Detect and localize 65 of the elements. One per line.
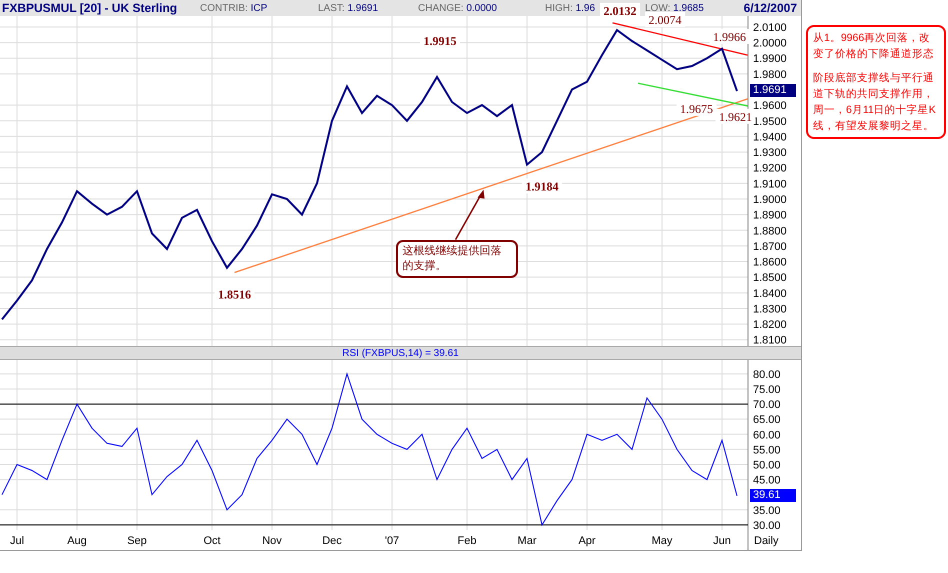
axis-label: 1.8600 xyxy=(753,256,787,269)
quote-date: 6/12/2007 xyxy=(744,1,798,15)
axis-label: 1.9200 xyxy=(753,162,787,175)
axis-label: 1.8800 xyxy=(753,225,787,238)
axis-label: 1.9000 xyxy=(753,194,787,206)
price-label: 2.0132 xyxy=(604,4,637,18)
axis-label: 45.00 xyxy=(753,474,781,487)
axis-label: 2.0000 xyxy=(753,38,787,50)
note-text: 从1。9966再次回落，改变了价格的下降通道形态 xyxy=(813,31,935,62)
axis-label: 1.9100 xyxy=(753,178,787,190)
axis-label: Mar xyxy=(518,535,536,547)
axis-label: 1.8300 xyxy=(753,303,787,316)
axis-label: 30.00 xyxy=(753,520,781,532)
chart-title: FXBPUSMUL [20] - UK Sterling xyxy=(1,1,178,15)
axis-label: 60.00 xyxy=(753,429,781,442)
indicator-title: RSI (FXBPUS,14) = 39.61 xyxy=(342,348,459,358)
axis-label: Sep xyxy=(127,535,147,547)
axis-label: 1.9800 xyxy=(753,68,787,81)
axis-label: 2.0100 xyxy=(753,22,787,34)
axis-label: May xyxy=(652,535,672,547)
axis-label: Apr xyxy=(578,535,596,547)
axis-label: 1.9500 xyxy=(753,116,787,128)
axis-label: 80.00 xyxy=(753,368,781,381)
axis-label: Dec xyxy=(322,535,342,547)
price-label: 2.0074 xyxy=(648,12,682,27)
axis-label: 1.8700 xyxy=(753,240,787,253)
rsi-marker: 39.61 xyxy=(750,488,796,502)
callout-arrow xyxy=(454,190,485,240)
axis-label: 50.00 xyxy=(753,459,781,472)
quote-field: CONTRIB: ICP xyxy=(200,2,268,14)
axis-label: 1.9900 xyxy=(753,53,787,66)
axis-label: Oct xyxy=(203,535,221,547)
axis-label: 75.00 xyxy=(753,384,781,396)
callout-box: 这根线继续提供回落的支撑。 xyxy=(396,240,518,278)
axis-label: 1.9600 xyxy=(753,100,787,112)
axis-label: Feb xyxy=(458,535,477,547)
quote-field: CHANGE: 0.0000 xyxy=(418,2,497,14)
quote-field: HIGH: 1.96 xyxy=(545,2,596,14)
axis-label: 70.00 xyxy=(753,399,781,412)
axis-label: 1.8900 xyxy=(753,210,787,222)
axis-label: 1.8100 xyxy=(753,334,787,347)
axis-label: 1.9400 xyxy=(753,131,787,144)
quote-field: LAST: 1.9691 xyxy=(318,2,378,14)
price-marker: 1.9691 xyxy=(750,84,796,98)
axis-label: 1.8500 xyxy=(753,272,787,284)
price-label: 1.9184 xyxy=(526,179,559,194)
price-label: 1.9966 xyxy=(713,30,746,44)
price-label: 1.9621 xyxy=(719,110,752,124)
axis-label: Jul xyxy=(10,535,24,547)
note-text: 阶段底部支撑线与平行通道下轨的共同支撑作用，周一，6月11日的十字星K线，有望发展黎明之星。 xyxy=(813,71,937,134)
axis-label: 65.00 xyxy=(753,414,781,426)
price-label: 1.8516 xyxy=(218,287,251,302)
period-label: Daily xyxy=(754,535,778,547)
axis-label: 1.8200 xyxy=(753,319,787,332)
axis-label: 1.8400 xyxy=(753,288,787,300)
quote-field: LOW: 1.9685 xyxy=(645,2,704,14)
axis-label: Nov xyxy=(262,535,282,547)
axis-label: Jun xyxy=(713,535,731,547)
price-label: 1.9675 xyxy=(680,102,714,116)
axis-label: 35.00 xyxy=(753,504,781,517)
axis-label: '07 xyxy=(384,535,400,547)
axis-label: 1.9300 xyxy=(753,147,787,160)
price-label: 1.9915 xyxy=(424,34,457,48)
axis-label: Aug xyxy=(67,535,87,547)
axis-label: 55.00 xyxy=(753,444,781,456)
